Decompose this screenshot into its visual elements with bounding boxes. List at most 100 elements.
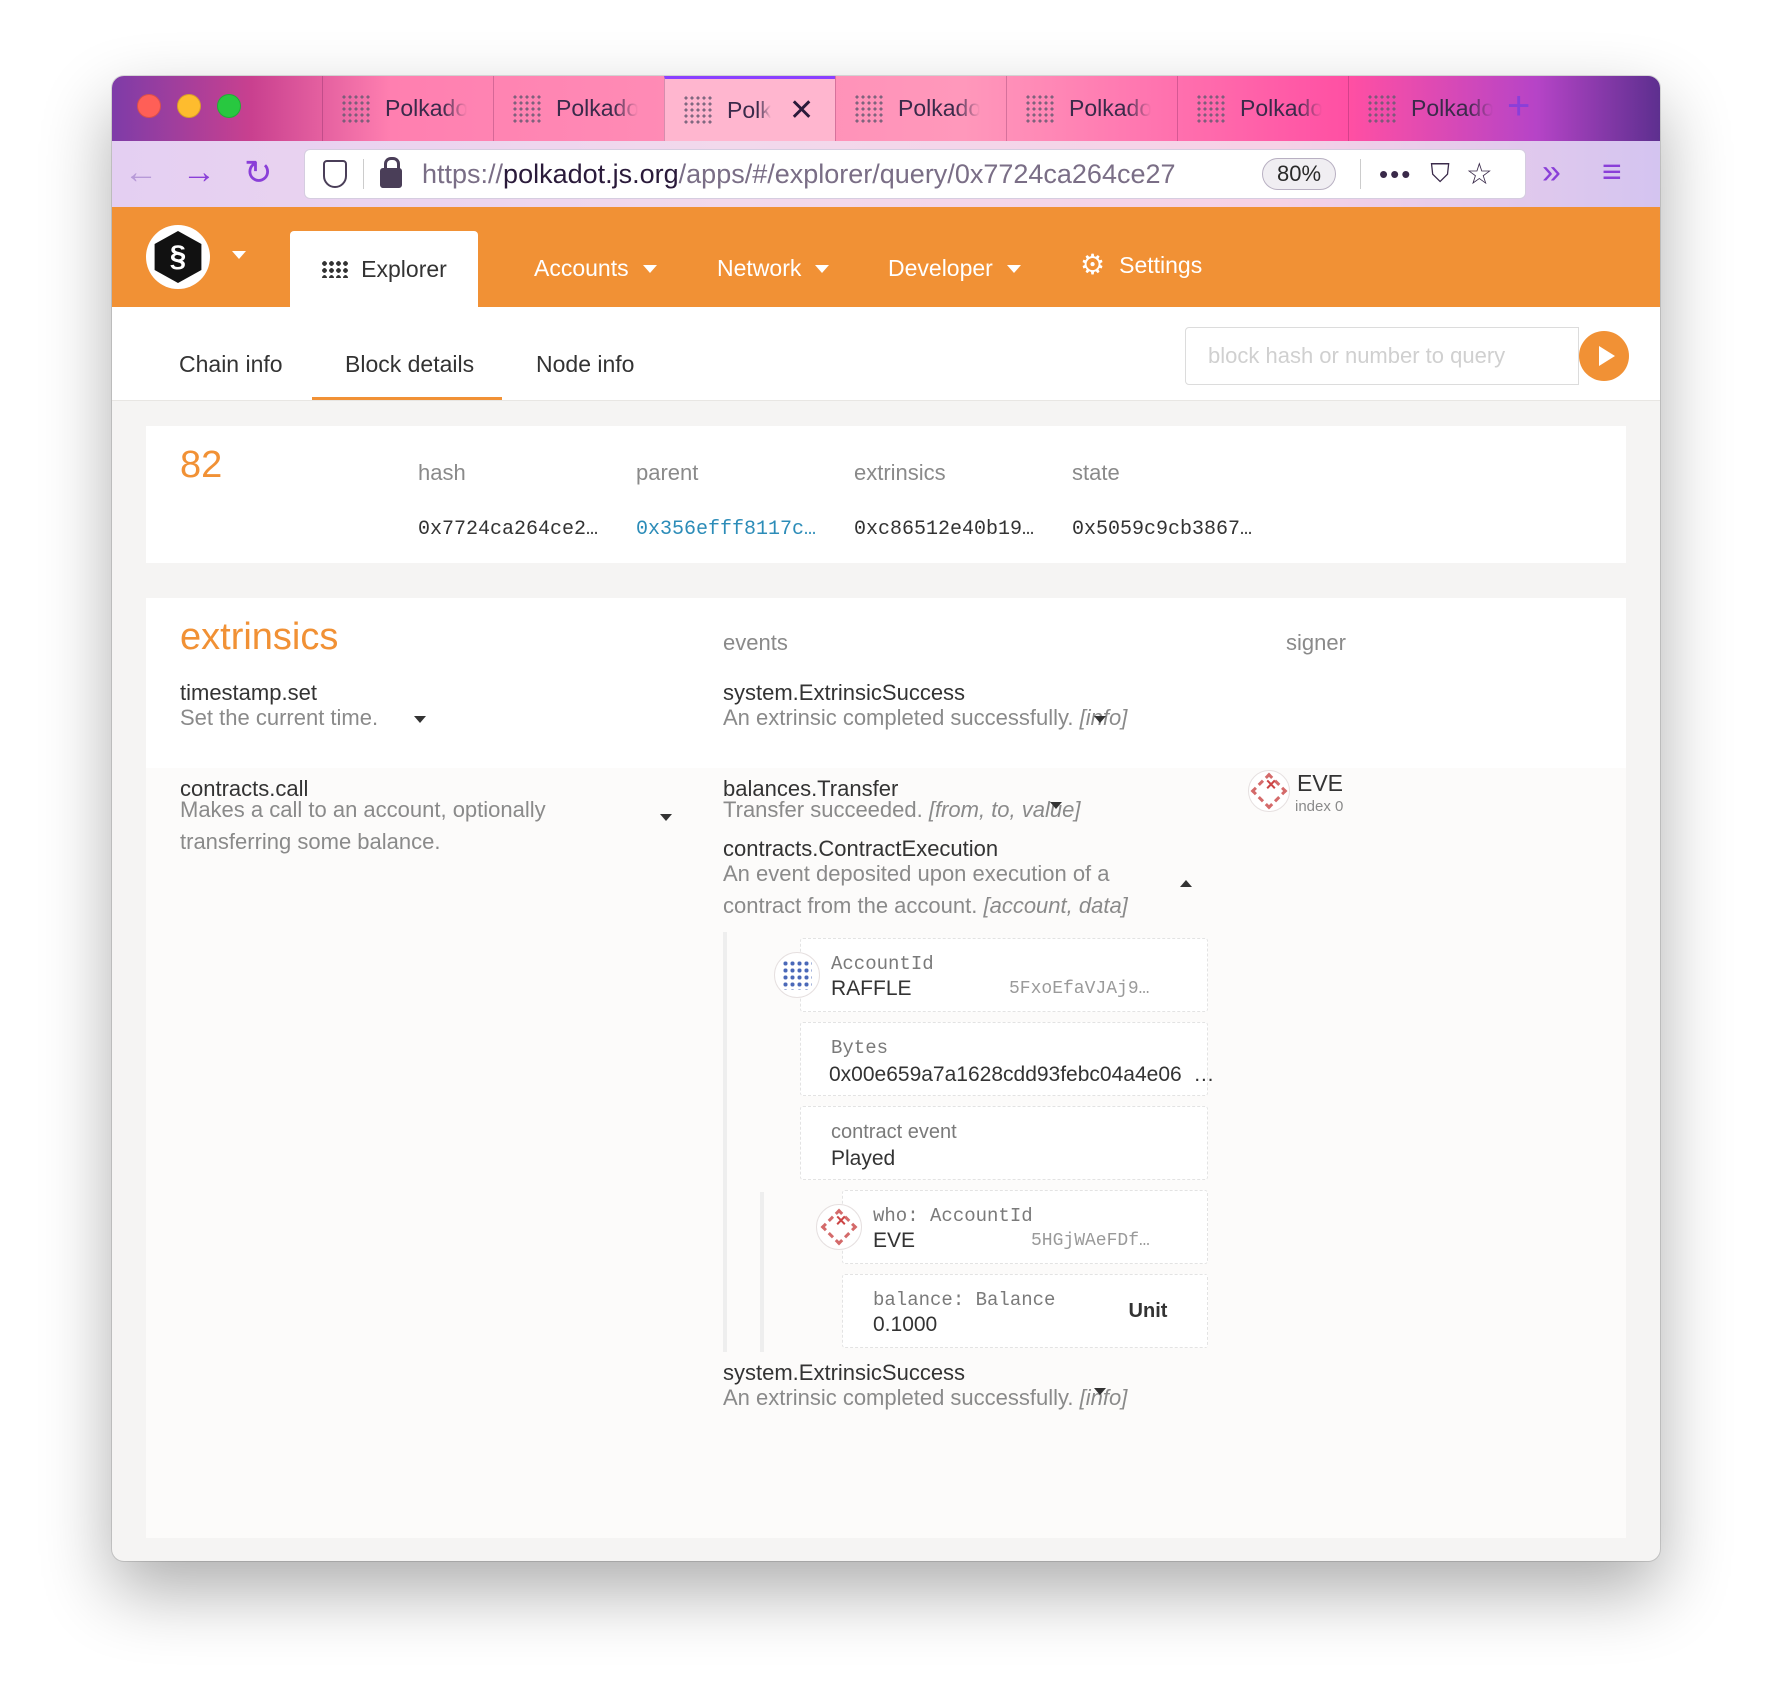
chevron-down-icon [815,264,830,273]
who-avatar[interactable] [816,1204,862,1250]
bookmark-star-icon[interactable]: ☆ [1466,157,1493,192]
signer-name: EVE [1297,770,1344,796]
polkadot-favicon-icon [683,95,713,125]
polkadot-favicon-icon [854,93,884,124]
maximize-window-button[interactable] [217,94,241,118]
tab-label: Polkadot [727,96,771,123]
zoom-level-badge[interactable]: 80% [1262,158,1337,190]
param-label: contract event [831,1121,957,1143]
extrinsics-card: extrinsics events signer timestamp.set S… [146,598,1626,1538]
polkadot-favicon-icon [512,93,542,124]
menu-explorer-label: Explorer [361,255,447,282]
parent-hash-link[interactable]: 0x356efff8117c… [636,518,816,541]
expand-caret-icon[interactable] [660,814,672,821]
expand-caret-icon[interactable] [414,716,426,723]
menu-network[interactable]: Network [717,255,830,282]
state-root-label: state [1072,460,1120,485]
tab-label: Polkadot [1069,95,1151,121]
params-indent-line [723,932,727,1352]
polkadot-hex-icon: § [154,231,202,283]
bytes-param: Bytes 0x00e659a7a1628cdd93febc04a4e06 … [800,1022,1214,1096]
menu-developer[interactable]: Developer [888,255,1021,282]
overflow-chevron-icon[interactable]: » [1542,153,1561,192]
extrinsics-root-value: 0xc86512e40b19… [854,518,1035,541]
new-tab-icon[interactable]: + [1507,84,1530,129]
tab-label: Polkadot [1411,95,1493,121]
chain-logo[interactable]: § [146,225,210,289]
account-avatar[interactable] [774,952,820,998]
expand-caret-icon[interactable] [1094,1388,1106,1395]
browser-tab[interactable]: Polkadot [1006,76,1177,141]
tab-label: Polkadot [898,95,980,121]
account-address: 5FxoEfaVJAj9… [1009,979,1150,999]
pocket-icon[interactable]: ⛉ [1430,158,1450,190]
active-tab-indicator [312,397,502,400]
close-window-button[interactable] [137,94,161,118]
expand-caret-icon[interactable] [1094,716,1106,723]
hamburger-menu-icon[interactable]: ≡ [1602,153,1622,192]
browser-tab-active[interactable]: Polkadot ✕ [664,76,835,141]
menu-settings[interactable]: ⚙ Settings [1080,251,1202,279]
tab-node-info[interactable]: Node info [536,351,634,378]
state-root-value: 0x5059c9cb3867… [1072,518,1253,541]
more-actions-icon[interactable]: ••• [1379,159,1412,190]
browser-tab[interactable]: Polkadot [835,76,1006,141]
extrinsic-description: Makes a call to an account, optionally t… [180,797,546,854]
tab-block-details[interactable]: Block details [345,351,474,378]
lock-icon[interactable] [380,157,402,188]
signer-header: signer [1286,630,1346,655]
sub-navigation: Chain info Block details Node info [112,307,1660,401]
identicon-icon [820,1208,858,1246]
parent-label: parent [636,460,699,485]
chevron-down-icon[interactable] [232,251,246,259]
param-label: Bytes [831,1037,889,1059]
browser-tab[interactable]: Polkadot [1177,76,1348,141]
contract-event-param: contract event Played [800,1106,1208,1180]
menu-explorer[interactable]: Explorer [290,231,478,307]
gear-icon: ⚙ [1080,249,1106,280]
signer-index: index 0 [1295,798,1344,815]
signer-avatar[interactable] [1248,770,1290,812]
expand-caret-icon[interactable] [1050,802,1062,809]
who-param: who: AccountId EVE 5HGjWAeFDf… [842,1190,1208,1264]
shield-icon[interactable] [323,160,347,188]
query-submit-button[interactable] [1579,331,1629,381]
close-tab-icon[interactable]: ✕ [789,93,814,128]
block-query-input[interactable] [1185,327,1579,385]
tab-chain-info[interactable]: Chain info [179,351,283,378]
collapse-caret-icon[interactable] [1180,880,1192,887]
minimize-window-button[interactable] [177,94,201,118]
balance-value: 0.1000 [873,1313,938,1336]
event-description: Transfer succeeded. [from, to, value] [723,797,1081,822]
browser-tab[interactable]: Polkadot [322,76,493,141]
menu-accounts[interactable]: Accounts [534,255,657,282]
reload-icon[interactable]: ↻ [244,153,273,193]
balance-unit[interactable]: Unit [1089,1275,1207,1347]
identicon-icon [1250,772,1288,810]
event-description: An extrinsic completed successfully. [in… [723,1385,1128,1410]
hash-label: hash [418,460,466,485]
polkadot-favicon-icon [341,93,371,124]
tab-label: Polkadot [1240,95,1322,121]
forward-arrow-icon[interactable]: → [182,153,216,192]
block-summary-card: 82 hash parent extrinsics state 0x7724ca… [146,426,1626,563]
browser-tab[interactable]: Polkadot [493,76,664,141]
browser-window: Polkadot Polkadot Polkadot ✕ Polkadot Po… [112,76,1660,1561]
grid-icon [321,260,350,278]
chevron-down-icon [1006,264,1021,273]
nested-params-indent-line [760,1192,764,1352]
polkadot-favicon-icon [1025,93,1055,124]
param-label: AccountId [831,953,934,975]
back-arrow-icon[interactable]: ← [124,153,158,192]
url-text[interactable]: https://polkadot.js.org/apps/#/explorer/… [422,159,1242,190]
param-label: who: AccountId [873,1205,1033,1227]
browser-tab[interactable]: Polkadot [1348,76,1519,141]
block-number: 82 [180,444,223,486]
tab-label: Polkadot [556,95,638,121]
tab-bar: Polkadot Polkadot Polkadot ✕ Polkadot Po… [112,76,1660,141]
address-bar[interactable]: https://polkadot.js.org/apps/#/explorer/… [304,149,1526,199]
block-hash-value: 0x7724ca264ce2… [418,518,599,541]
tab-label: Polkadot [385,95,467,121]
bytes-value: 0x00e659a7a1628cdd93febc04a4e06 … [829,1063,1215,1086]
navigation-bar: ← → ↻ https://polkadot.js.org/apps/#/exp… [112,141,1660,207]
